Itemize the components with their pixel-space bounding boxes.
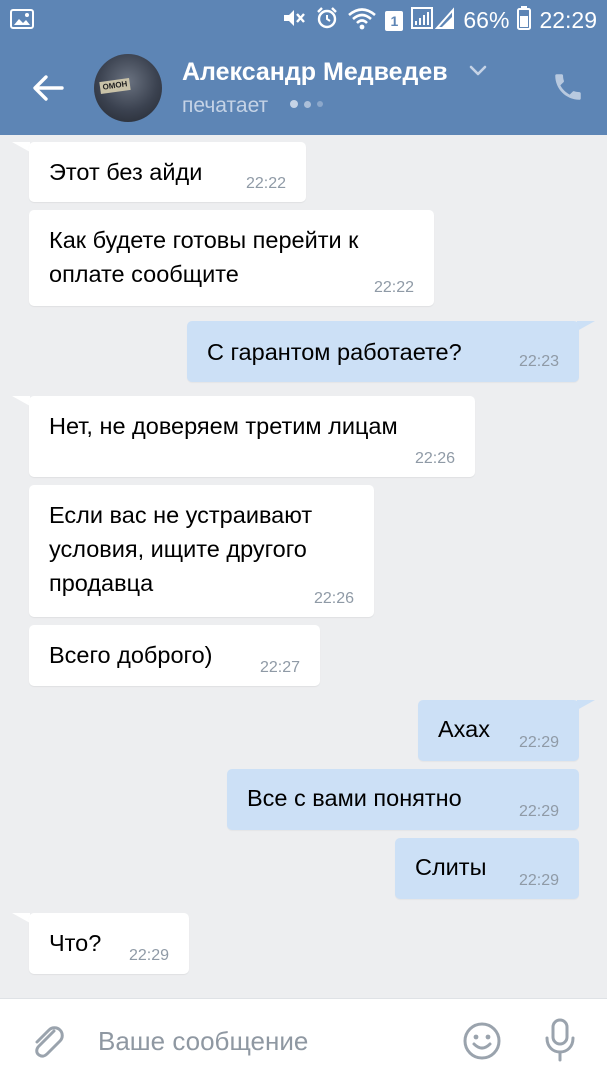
message-text: Как будете готовы перейти к оплате сообщ…: [49, 227, 359, 287]
bubble-tail: [12, 913, 30, 923]
gallery-notification-icon: [10, 9, 34, 34]
typing-indicator: [290, 100, 323, 108]
bubble-tail: [577, 321, 595, 331]
message-text: Что?: [49, 930, 102, 956]
incoming-message[interactable]: Всего доброго) 22:27: [29, 625, 320, 686]
message-text: Всего доброго): [49, 642, 213, 668]
message-text: Нет, не доверяем третим лицам: [49, 413, 398, 439]
message-time: 22:26: [414, 450, 455, 467]
message-text: Этот без айди: [49, 159, 203, 185]
alarm-icon: [315, 6, 339, 35]
incoming-message[interactable]: Что? 22:29: [29, 913, 189, 974]
emoji-icon[interactable]: [462, 1021, 502, 1061]
sim-badge: 1: [385, 10, 404, 31]
message-time: 22:26: [313, 590, 354, 607]
message-time: 22:22: [245, 175, 286, 192]
back-arrow-icon[interactable]: [28, 68, 68, 108]
message-time: 22:27: [259, 659, 300, 676]
wifi-icon: [347, 6, 377, 35]
phone-icon[interactable]: [551, 70, 585, 104]
message-text: Если вас не устраивают условия, ищите др…: [49, 502, 313, 596]
avatar-badge: ОМОН: [99, 77, 131, 95]
clock: 22:29: [539, 7, 597, 33]
paperclip-icon[interactable]: [28, 1021, 68, 1061]
microphone-icon[interactable]: [543, 1017, 577, 1063]
outgoing-message[interactable]: Слиты 22:29: [395, 838, 579, 899]
message-time: 22:22: [373, 279, 414, 296]
bubble-tail: [12, 396, 30, 406]
mute-icon: [281, 6, 307, 35]
chat-header: ОМОН Александр Медведев печатает: [0, 40, 607, 135]
signal-icon: [411, 6, 455, 35]
incoming-message[interactable]: Этот без айди 22:22: [29, 142, 306, 202]
contact-name[interactable]: Александр Медведев: [182, 58, 448, 87]
message-text: Ахах: [438, 716, 490, 742]
message-time: 22:29: [128, 947, 169, 964]
outgoing-message[interactable]: Все с вами понятно 22:29: [227, 769, 579, 830]
status-bar: 1 66% 22:29: [0, 0, 607, 40]
outgoing-message[interactable]: С гарантом работаете? 22:23: [187, 321, 579, 382]
message-time: 22:29: [518, 872, 559, 889]
typing-status: печатает: [182, 94, 269, 117]
message-time: 22:29: [518, 803, 559, 820]
bubble-tail: [577, 700, 595, 710]
message-composer: [0, 998, 607, 1081]
message-text: Слиты: [415, 854, 487, 880]
battery-icon: [517, 6, 532, 35]
chevron-down-icon[interactable]: [468, 64, 488, 83]
incoming-message[interactable]: Если вас не устраивают условия, ищите др…: [29, 485, 374, 617]
incoming-message[interactable]: Нет, не доверяем третим лицам 22:26: [29, 396, 475, 477]
avatar[interactable]: ОМОН: [94, 54, 162, 122]
battery-level: 66%: [463, 7, 510, 33]
message-time: 22:29: [518, 734, 559, 751]
message-input[interactable]: [96, 1019, 430, 1063]
message-text: Все с вами понятно: [247, 785, 462, 811]
incoming-message[interactable]: Как будете готовы перейти к оплате сообщ…: [29, 210, 434, 306]
bubble-tail: [12, 142, 30, 152]
outgoing-message[interactable]: Ахах 22:29: [418, 700, 579, 761]
message-time: 22:23: [518, 353, 559, 370]
message-text: С гарантом работаете?: [207, 339, 462, 365]
